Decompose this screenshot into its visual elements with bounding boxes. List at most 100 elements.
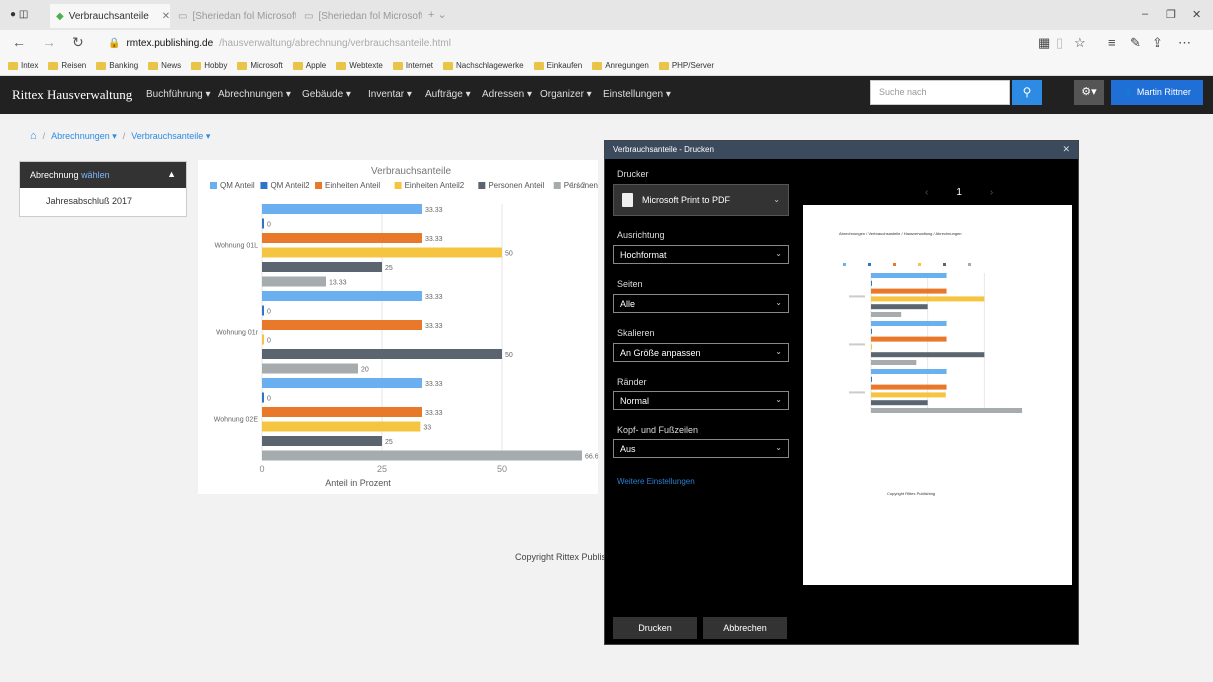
scale-select[interactable]: An Größe anpassen ⌄ — [613, 343, 789, 362]
favorite-item[interactable]: Banking — [96, 61, 138, 70]
nav-menu-item[interactable]: Aufträge ▾ — [425, 89, 471, 100]
search-input[interactable]: Suche nach — [870, 80, 1010, 105]
favorite-item[interactable]: Nachschlagewerke — [443, 61, 524, 70]
legend-swatch — [868, 263, 871, 266]
preview-footer: Copyright Rittex Publishing — [887, 491, 936, 496]
user-name: Martin Rittner — [1136, 87, 1191, 97]
folder-icon — [237, 61, 248, 70]
more-icon[interactable]: ⋯ — [1178, 35, 1191, 51]
bar — [871, 280, 872, 286]
favorite-item[interactable]: PHP/Server — [658, 61, 714, 70]
lock-icon: 🔒 — [108, 37, 121, 49]
bar-value-label: 33.33 — [425, 410, 443, 417]
chevron-down-icon: ⌄ — [775, 443, 782, 452]
folder-icon — [533, 61, 544, 70]
breadcrumb-abrechnungen[interactable]: Abrechnungen ▾ — [51, 131, 117, 142]
next-page-icon[interactable]: › — [990, 187, 993, 198]
favorite-item[interactable]: Hobby — [191, 61, 227, 70]
chart-panel: 0 25 50 Verbrauchsanteile Anteil in Prozent Q… — [198, 160, 625, 494]
billing-item[interactable]: Jahresabschluß 2017 — [20, 188, 186, 214]
bar — [871, 273, 947, 278]
url-field[interactable]: 🔒 rmtex.publishing.de/hausverwaltung/abr… — [108, 34, 808, 52]
minimize-icon[interactable]: – — [1142, 8, 1148, 20]
close-tab-icon[interactable]: ✕ — [162, 11, 170, 22]
prev-page-icon[interactable]: ‹ — [925, 187, 928, 198]
notes-icon[interactable]: ✎ — [1130, 35, 1141, 51]
close-window-icon[interactable]: ✕ — [1192, 8, 1201, 21]
favorite-star-icon[interactable]: ☆ — [1074, 35, 1086, 51]
headers-label: Kopf- und Fußzeilen — [617, 425, 699, 435]
url-domain: rmtex.publishing.de — [126, 37, 214, 49]
print-dialog-title-text: Verbrauchsanteile - Drucken — [613, 145, 714, 154]
favorite-label: Webtexte — [349, 61, 383, 70]
favorite-item[interactable]: Anregungen — [592, 61, 649, 70]
favorite-item[interactable]: Intex — [8, 61, 38, 70]
close-dialog-icon[interactable]: ✕ — [1062, 144, 1070, 155]
hub-icon[interactable]: ≡ — [1108, 35, 1116, 50]
tab-sheridan-2[interactable]: ▭ [Sheriedan fol Microsoft Ed — [298, 4, 422, 28]
breadcrumb-separator: / — [122, 131, 126, 141]
pages-select[interactable]: Alle ⌄ — [613, 294, 789, 313]
favorite-item[interactable]: Einkaufen — [533, 61, 582, 70]
tab-verbrauchsanteile[interactable]: ◆ Verbrauchsanteile ✕ — [50, 4, 170, 28]
browser-menu-icon[interactable]: ● ◫ — [10, 9, 28, 20]
tab-sheridan-1[interactable]: ▭ [Sheriedan fol Microsoft Ed — [172, 4, 296, 28]
favorite-item[interactable]: Apple — [292, 61, 326, 70]
refresh-icon[interactable]: ↻ — [72, 34, 84, 51]
nav-menu-item[interactable]: Adressen ▾ — [482, 89, 532, 100]
orientation-select[interactable]: Hochformat ⌄ — [613, 245, 789, 264]
chevron-down-icon: ⌄ — [775, 249, 782, 258]
billing-selector-header[interactable]: Abrechnung wählen ▲ — [20, 162, 186, 188]
reading-view-icon[interactable]: ▦ — [1038, 35, 1050, 51]
home-icon[interactable]: ⌂ — [30, 130, 37, 142]
app-brand[interactable]: Rittex Hausverwaltung — [12, 87, 132, 103]
browser-tab-bar: ● ◫ ◆ Verbrauchsanteile ✕ ▭ [Sheriedan f… — [0, 0, 1213, 30]
nav-menu-item[interactable]: Gebäude ▾ — [302, 89, 351, 100]
nav-menu-item[interactable]: Buchführung ▾ — [146, 89, 211, 100]
bar-value-label: 33.33 — [425, 381, 443, 388]
page-navigator: ‹ 1 › — [897, 187, 1021, 198]
forward-icon[interactable]: → — [42, 34, 56, 50]
nav-menu-item[interactable]: Einstellungen ▾ — [603, 89, 671, 100]
bar — [871, 288, 947, 294]
headers-select[interactable]: Aus ⌄ — [613, 439, 789, 458]
chevron-down-icon: ⌄ — [773, 195, 780, 204]
bar — [871, 312, 902, 317]
user-button[interactable]: 👤 Martin Rittner — [1111, 80, 1203, 105]
legend-swatch — [918, 263, 921, 266]
folder-icon — [96, 61, 107, 70]
nav-menu-item[interactable]: Abrechnungen ▾ — [218, 89, 291, 100]
back-icon[interactable]: ← — [12, 34, 26, 50]
cancel-button[interactable]: Abbrechen — [703, 617, 787, 639]
more-settings-link[interactable]: Weitere Einstellungen — [617, 477, 695, 486]
user-icon: 👤 — [1123, 87, 1135, 97]
billing-heading-highlight: wählen — [81, 170, 110, 180]
reading-list-icon[interactable]: ▯ — [1056, 35, 1063, 51]
search-button[interactable]: ⚲ — [1012, 80, 1042, 105]
chevron-down-icon: ⌄ — [775, 298, 782, 307]
margins-select[interactable]: Normal ⌄ — [613, 391, 789, 410]
print-button[interactable]: Drucken — [613, 617, 697, 639]
bar — [871, 296, 985, 302]
maximize-icon[interactable]: ❐ — [1166, 8, 1176, 21]
favorite-item[interactable]: Internet — [392, 61, 433, 70]
chevron-down-icon: ⌄ — [775, 395, 782, 404]
favorite-item[interactable]: Webtexte — [336, 61, 383, 70]
bar-value-label: 0 — [267, 338, 271, 345]
nav-menu-item[interactable]: Inventar ▾ — [368, 89, 412, 100]
tab-page-icon: ▭ — [178, 10, 188, 22]
bar — [262, 407, 422, 417]
settings-button[interactable]: ⚙▾ — [1074, 80, 1104, 105]
folder-icon — [8, 61, 18, 70]
new-tab-icon[interactable]: + ⌄ — [428, 8, 447, 21]
bar-value-label: 0 — [267, 396, 271, 403]
favorite-item[interactable]: Reisen — [48, 61, 86, 70]
breadcrumb-verbrauchsanteile[interactable]: Verbrauchsanteile ▾ — [131, 131, 210, 142]
nav-menu-item[interactable]: Organizer ▾ — [540, 89, 592, 100]
printer-select[interactable]: Microsoft Print to PDF ⌄ — [613, 184, 789, 216]
favorite-item[interactable]: News — [148, 61, 181, 70]
legend-swatch — [843, 263, 846, 266]
favorite-item[interactable]: Microsoft — [237, 61, 283, 70]
share-icon[interactable]: ⇪ — [1152, 35, 1163, 51]
gear-icon: ⚙▾ — [1081, 86, 1097, 98]
